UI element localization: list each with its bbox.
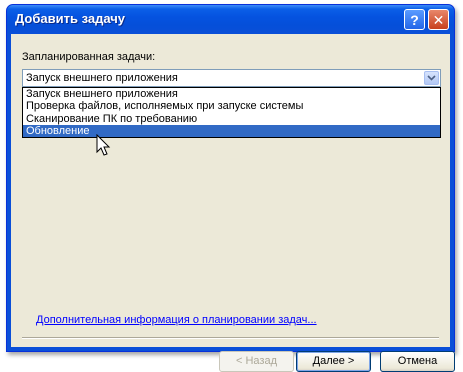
window-title: Добавить задачу (15, 11, 126, 26)
dropdown-option-selected[interactable]: Обновление (23, 124, 440, 137)
add-task-dialog: Добавить задачу ? ✕ Запланированная зада… (6, 4, 455, 372)
close-button[interactable]: ✕ (428, 9, 449, 30)
arrow-cursor-icon (96, 133, 112, 161)
task-label: Запланированная задачи: (22, 51, 156, 63)
scheduling-info-link[interactable]: Дополнительная информация о планировании… (36, 314, 317, 326)
separator (22, 337, 439, 339)
dialog-body: Запланированная задачи: Запуск внешнего … (11, 34, 455, 372)
title-bar[interactable]: Добавить задачу ? ✕ (7, 5, 454, 34)
chevron-down-icon[interactable] (424, 71, 439, 85)
dropdown-option[interactable]: Проверка файлов, исполняемых при запуске… (23, 100, 440, 112)
dropdown-option[interactable]: Запуск внешнего приложения (23, 88, 440, 100)
task-type-value: Запуск внешнего приложения (26, 72, 178, 84)
task-type-select[interactable]: Запуск внешнего приложения (22, 69, 441, 87)
task-type-dropdown-list: Запуск внешнего приложения Проверка файл… (22, 87, 441, 138)
help-button[interactable]: ? (404, 9, 425, 30)
dropdown-option[interactable]: Сканирование ПК по требованию (23, 113, 440, 125)
